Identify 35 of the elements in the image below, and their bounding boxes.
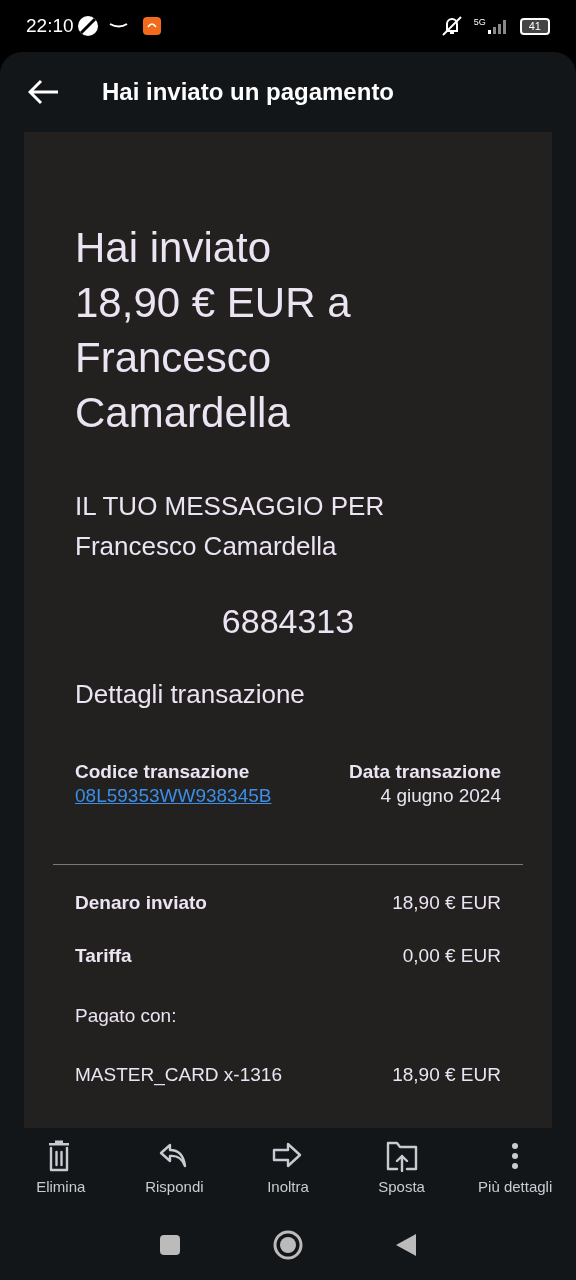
- section-title: Dettagli transazione: [75, 678, 306, 711]
- message-text: 6884313: [220, 601, 356, 642]
- amount-label: Tariffa: [75, 944, 132, 969]
- home-icon[interactable]: [273, 1230, 303, 1260]
- amount-value: 18,90 € EUR: [392, 1063, 501, 1088]
- app-logo-icon: [76, 15, 99, 37]
- toolbar-button[interactable]: Elimina: [4, 1139, 117, 1199]
- sender-name: Francesco Camardella: [75, 530, 338, 563]
- toolbar-button[interactable]: Sposta: [345, 1139, 458, 1199]
- message-label: IL TUO MESSAGGIO PER: [75, 490, 386, 523]
- toolbar-button[interactable]: Più dettagli: [459, 1139, 572, 1199]
- screen-title: Hai inviato un pagamento: [102, 77, 395, 107]
- transaction-code-link[interactable]: 08L59353WW938345B: [75, 785, 272, 806]
- signal-icon: [485, 18, 508, 34]
- battery-icon: 41: [519, 17, 550, 35]
- amount-label: Denaro inviato: [75, 891, 207, 916]
- date-value: 4 giugno 2024: [379, 784, 501, 808]
- date-label: Data transazione: [348, 760, 501, 784]
- back-arrow-icon[interactable]: [28, 79, 60, 105]
- folder-upload-icon: [385, 1139, 418, 1172]
- more-icon: [512, 1142, 519, 1169]
- back-icon[interactable]: [395, 1233, 417, 1257]
- clock: 22:10: [26, 13, 74, 38]
- network-label: 5G: [473, 16, 486, 29]
- smile-icon: [108, 22, 129, 30]
- amount-label: Pagato con:: [75, 1003, 177, 1028]
- recents-icon[interactable]: [159, 1234, 181, 1256]
- app-icon: [142, 17, 161, 35]
- toolbar-button[interactable]: Rispondi: [118, 1139, 231, 1199]
- headline: Hai inviato 18,90 € EUR a Francesco Camardella: [75, 223, 352, 438]
- toolbar-button[interactable]: Inoltra: [232, 1139, 344, 1199]
- amount-value: 18,90 € EUR: [392, 891, 501, 916]
- amount-label: MASTER_CARD x-1316: [75, 1063, 282, 1088]
- amount-value: 0,00 € EUR: [402, 944, 501, 969]
- code-label: Codice transazione: [75, 760, 251, 784]
